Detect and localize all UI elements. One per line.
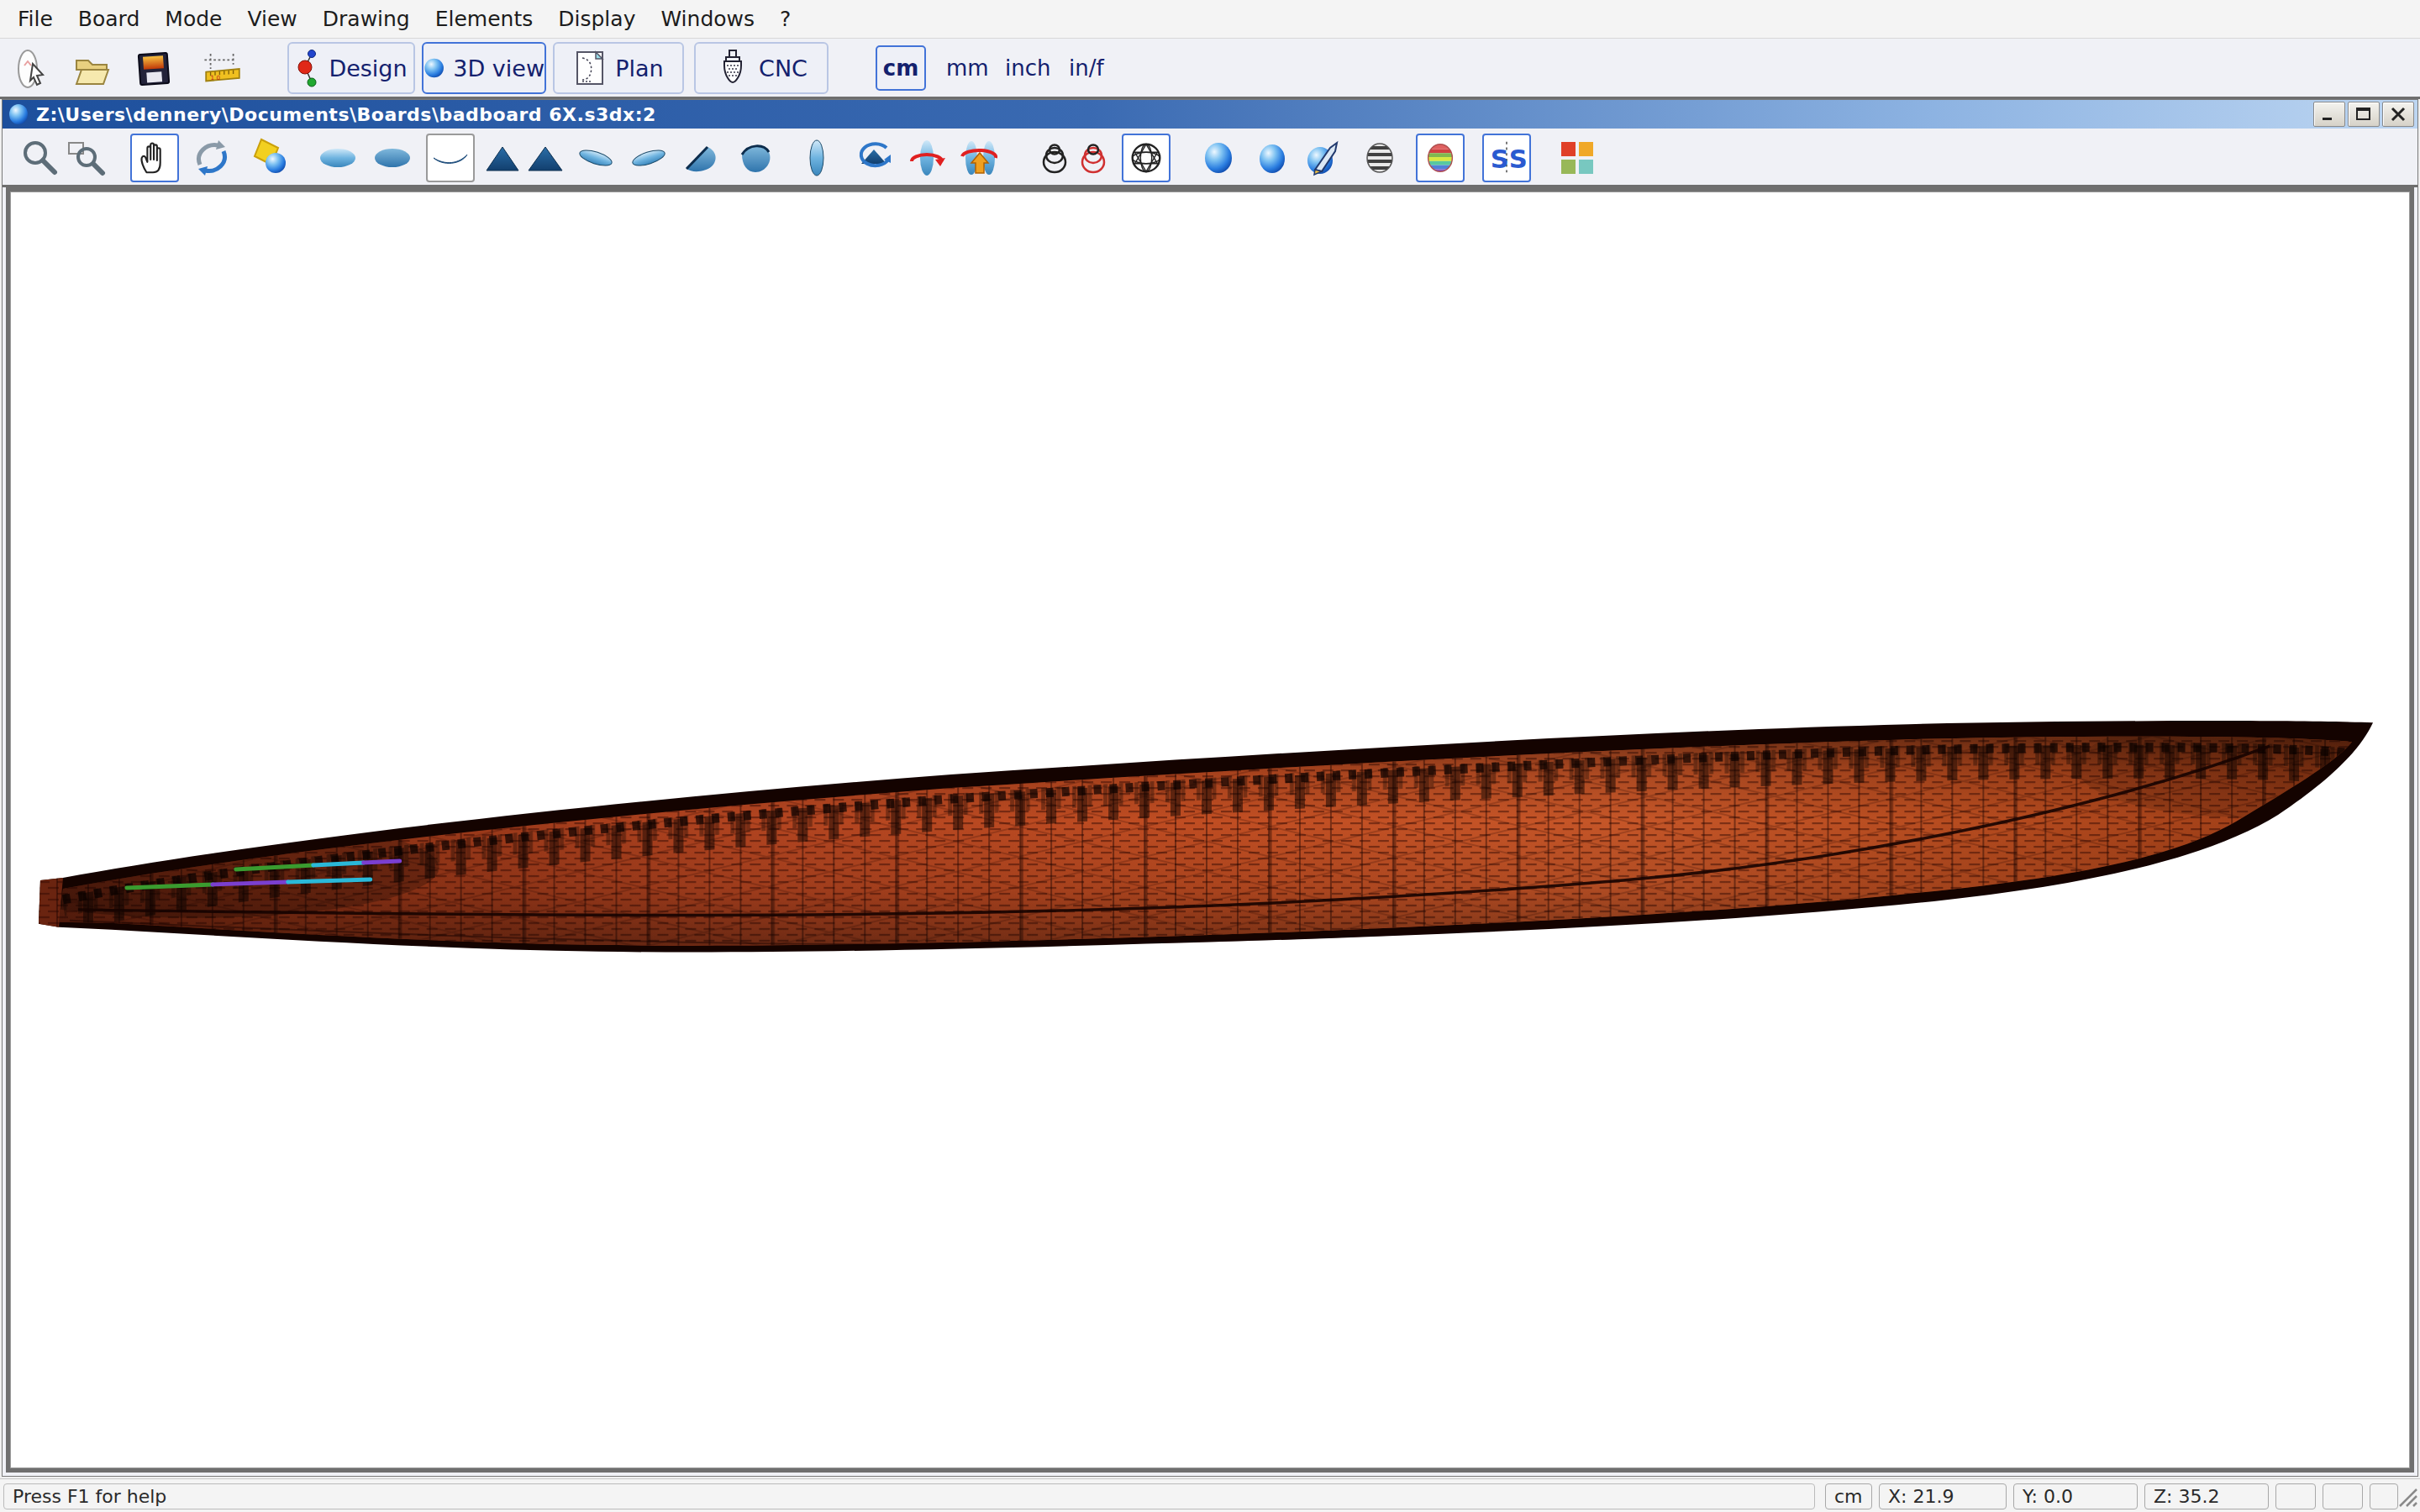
unit-inf-button[interactable]: in/f — [1069, 45, 1104, 91]
status-extra-2 — [2323, 1483, 2363, 1509]
top-outline-icon[interactable] — [797, 138, 837, 178]
curvature-icon[interactable]: S S — [1482, 134, 1531, 182]
maximize-button[interactable] — [2348, 102, 2380, 127]
open-icon[interactable] — [69, 47, 114, 92]
main-toolbar: 1 0 Design 3D view P — [0, 39, 2420, 99]
resize-grip[interactable] — [2396, 1486, 2418, 1508]
zoom-icon[interactable] — [19, 138, 60, 178]
status-bar: Press F1 for help cm X: 21.9 Y: 0.0 Z: 3… — [0, 1478, 2420, 1512]
smooth-view-icon[interactable] — [1252, 138, 1292, 178]
pan-hand-icon[interactable] — [130, 134, 179, 182]
3d-view-button[interactable]: 3D view — [422, 42, 546, 94]
status-unit: cm — [1825, 1483, 1872, 1509]
tilt-left-icon[interactable] — [576, 138, 616, 178]
shaded-view-icon[interactable] — [1198, 138, 1239, 178]
menu-display[interactable]: Display — [545, 0, 648, 38]
close-button[interactable] — [2382, 102, 2414, 127]
menu-mode[interactable]: Mode — [152, 0, 234, 38]
unit-cm-button[interactable]: cm — [876, 45, 926, 91]
unit-inch-button[interactable]: inch — [1005, 45, 1050, 91]
mesh-view-icon[interactable] — [1122, 134, 1171, 182]
menu-elements[interactable]: Elements — [423, 0, 546, 38]
design-label: Design — [329, 55, 407, 81]
menu-bar: File Board Mode View Drawing Elements Di… — [0, 0, 2420, 39]
windows-tile-icon[interactable] — [1557, 138, 1597, 178]
plan-button[interactable]: Plan — [553, 42, 684, 94]
rotate-3d-icon[interactable] — [192, 138, 232, 178]
rotate-flip-icon[interactable] — [854, 138, 894, 178]
rotate-horizontal-icon[interactable] — [907, 138, 947, 178]
svg-text:1 0: 1 0 — [211, 74, 221, 81]
menu-view[interactable]: View — [234, 0, 309, 38]
save-icon[interactable] — [131, 47, 176, 92]
stripes-color-icon[interactable] — [1416, 134, 1465, 182]
svg-text:S: S — [1491, 144, 1509, 174]
cnc-label: CNC — [759, 55, 808, 81]
svg-text:S: S — [1509, 144, 1526, 174]
dimensions-icon[interactable]: 1 0 — [200, 47, 245, 92]
new-board-icon[interactable] — [12, 47, 57, 92]
status-z: Z: 35.2 — [2144, 1483, 2269, 1509]
status-y: Y: 0.0 — [2013, 1483, 2138, 1509]
document-title: Z:\Users\dennery\Documents\Boards\badboa… — [36, 104, 656, 125]
document-toolbar: S S — [3, 129, 2417, 187]
tilt-right-icon[interactable] — [629, 138, 669, 178]
rocker-profile-icon[interactable] — [426, 134, 475, 182]
plan-icon — [573, 50, 607, 87]
design-icon — [295, 47, 320, 89]
menu-board[interactable]: Board — [66, 0, 152, 38]
cnc-icon — [715, 49, 750, 87]
status-extra-1 — [2275, 1483, 2316, 1509]
plan-label: Plan — [615, 55, 663, 81]
menu-help[interactable]: ? — [767, 0, 803, 38]
wireframe-black-icon[interactable] — [1034, 138, 1075, 178]
cnc-button[interactable]: CNC — [694, 42, 829, 94]
surfboard-3d-render — [11, 192, 2409, 1467]
unit-mm-button[interactable]: mm — [946, 45, 989, 91]
status-x: X: 21.9 — [1879, 1483, 2007, 1509]
menu-windows[interactable]: Windows — [648, 0, 767, 38]
stripes-gray-icon[interactable] — [1360, 138, 1400, 178]
light-icon[interactable] — [253, 138, 293, 178]
minimize-button[interactable] — [2313, 102, 2345, 127]
document-titlebar: Z:\Users\dennery\Documents\Boards\badboa… — [3, 100, 2417, 129]
front-view-icon[interactable] — [482, 138, 523, 178]
zoom-window-icon[interactable] — [66, 138, 106, 178]
rotate-vertical-icon[interactable] — [959, 138, 999, 178]
outline-top-icon[interactable] — [318, 138, 358, 178]
status-help: Press F1 for help — [3, 1483, 1815, 1509]
back-view-icon[interactable] — [525, 138, 566, 178]
document-icon — [8, 103, 29, 125]
app-window: File Board Mode View Drawing Elements Di… — [0, 0, 2420, 1512]
canvas[interactable] — [10, 192, 2410, 1468]
design-button[interactable]: Design — [287, 42, 415, 94]
status-extra-3 — [2370, 1483, 2398, 1509]
canvas-frame — [6, 187, 2414, 1473]
3d-view-icon — [424, 52, 445, 84]
menu-file[interactable]: File — [5, 0, 66, 38]
document-window: Z:\Users\dennery\Documents\Boards\badboa… — [2, 99, 2418, 1477]
outline-bottom-icon[interactable] — [372, 138, 413, 178]
perspective-right-icon[interactable] — [735, 138, 776, 178]
menu-drawing[interactable]: Drawing — [310, 0, 423, 38]
perspective-left-icon[interactable] — [682, 138, 723, 178]
paint-view-icon[interactable] — [1302, 138, 1342, 178]
wireframe-red-icon[interactable] — [1073, 138, 1113, 178]
3d-view-label: 3D view — [453, 55, 544, 81]
